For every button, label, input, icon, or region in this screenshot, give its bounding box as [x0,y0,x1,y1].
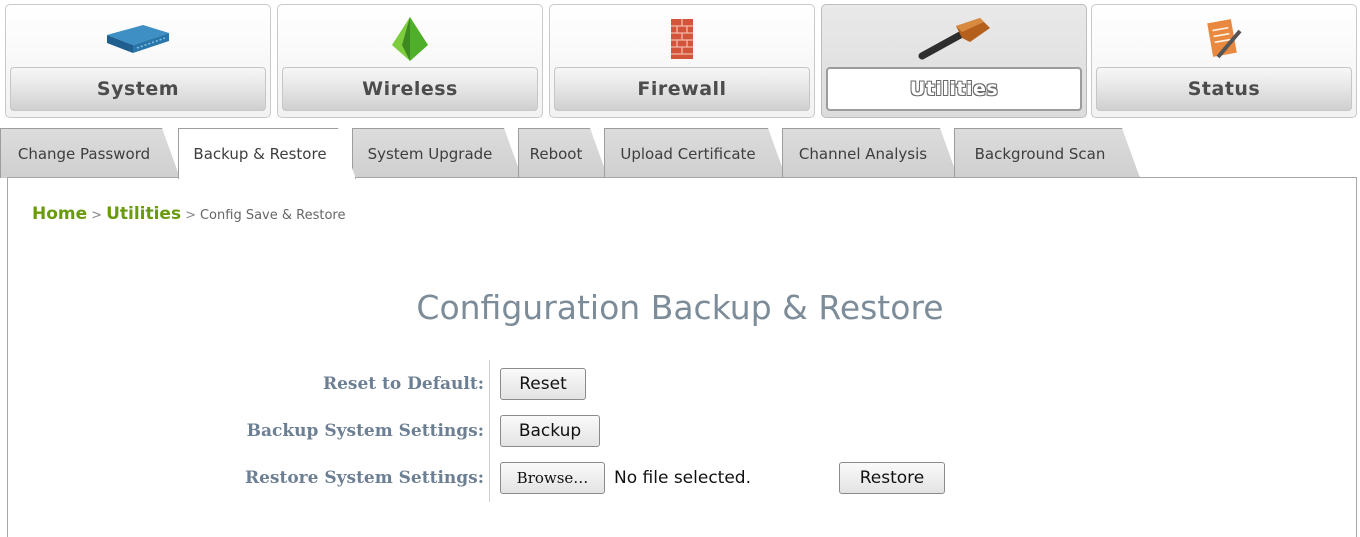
tab-background-scan[interactable]: Background Scan [954,128,1140,178]
nav-tab-utilities[interactable]: Utilities [821,4,1087,118]
backup-label: Backup System Settings: [246,421,484,441]
reset-label: Reset to Default: [322,374,484,394]
tab-upload-certificate[interactable]: Upload Certificate [604,128,786,178]
breadcrumb-current: Config Save & Restore [199,208,346,223]
backup-row: Backup System Settings: Backup [0,412,1360,450]
browse-button[interactable]: Browse… [500,462,605,494]
file-status-text: No file selected. [614,468,751,488]
breadcrumb-separator: > [91,208,103,223]
nav-tab-label: Firewall [554,67,810,111]
breadcrumb-utilities-link[interactable]: Utilities [106,204,181,224]
network-switch-icon [6,13,270,65]
tab-reboot[interactable]: Reboot [518,128,608,178]
nav-tab-status[interactable]: Status [1091,4,1357,118]
restore-label: Restore System Settings: [244,468,484,488]
breadcrumb-separator: > [185,208,196,223]
reset-row: Reset to Default: Reset [0,365,1360,403]
nav-tab-wireless[interactable]: Wireless [277,4,543,118]
tab-channel-analysis[interactable]: Channel Analysis [782,128,958,178]
breadcrumb: Home > Utilities > Config Save & Restore [32,204,345,224]
backup-button[interactable]: Backup [500,415,600,447]
nav-tab-system[interactable]: System [5,4,271,118]
restore-row: Restore System Settings: Browse… No file… [0,459,1360,497]
brick-wall-icon [550,13,814,65]
tab-change-password[interactable]: Change Password [0,128,180,178]
reset-button[interactable]: Reset [500,368,586,400]
nav-tab-label: Status [1096,67,1352,111]
nav-tab-firewall[interactable]: Firewall [549,4,815,118]
sub-tabs: Change Password Backup & Restore System … [0,128,1360,178]
hammer-icon [822,13,1086,65]
page-title: Configuration Backup & Restore [416,288,944,327]
nav-tab-label: System [10,67,266,111]
main-nav: System Wireless Firewall Utilities Statu… [5,4,1357,120]
nav-tab-label: Utilities [826,67,1082,111]
clipboard-pencil-icon [1092,13,1356,65]
restore-button[interactable]: Restore [839,462,945,494]
breadcrumb-home-link[interactable]: Home [32,204,87,224]
tab-system-upgrade[interactable]: System Upgrade [352,128,522,178]
tab-backup-restore[interactable]: Backup & Restore [178,128,356,179]
nav-tab-label: Wireless [282,67,538,111]
wireless-gem-icon [278,13,542,65]
